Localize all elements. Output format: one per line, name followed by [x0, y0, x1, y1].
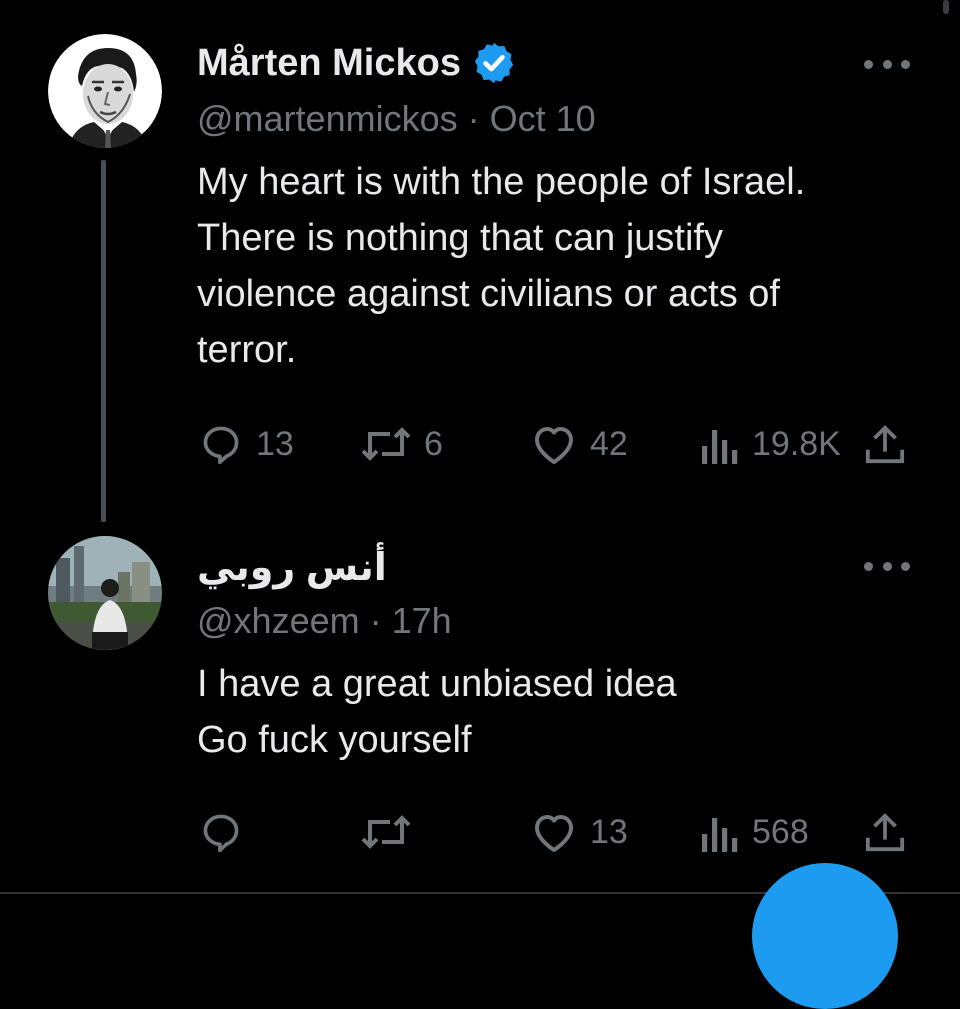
more-options-icon[interactable] — [864, 54, 910, 74]
separator: · — [369, 600, 382, 641]
avatar-xhzeem[interactable] — [48, 536, 162, 650]
handle[interactable]: @xhzeem — [197, 600, 360, 641]
tweet-text: My heart is with the people of Israel. T… — [197, 154, 917, 378]
views-count: 19.8K — [752, 424, 841, 463]
reply-button[interactable]: 13 — [198, 422, 294, 466]
like-button[interactable]: 42 — [530, 422, 628, 466]
reply-button[interactable] — [198, 810, 256, 854]
display-name-text[interactable]: أنس روبي — [197, 545, 387, 590]
more-options-icon[interactable] — [864, 556, 910, 576]
tweet-text-line: Go fuck yourself — [197, 719, 472, 761]
verified-badge-icon — [474, 42, 514, 84]
tweet-text-line: There is nothing that can justify — [197, 217, 723, 259]
reply-icon — [203, 426, 239, 465]
views-icon — [702, 430, 738, 464]
tweet-text: I have a great unbiased idea Go fuck you… — [197, 656, 917, 768]
views-button[interactable]: 568 — [700, 810, 809, 854]
handle-line: @xhzeem · 17h — [197, 600, 452, 642]
avatar-marten[interactable] — [48, 34, 162, 148]
handle[interactable]: @martenmickos — [197, 98, 458, 139]
compose-fab-button[interactable] — [752, 863, 898, 1009]
repost-icon — [361, 815, 411, 849]
handle-line: @martenmickos · Oct 10 — [197, 98, 596, 140]
repost-button[interactable] — [360, 810, 424, 854]
reply-count: 13 — [256, 424, 294, 463]
tweet-text-line: My heart is with the people of Israel. — [197, 161, 806, 203]
tweet-1[interactable]: Mårten Mickos @martenmickos · Oct 10 My … — [0, 0, 960, 530]
share-icon — [865, 813, 905, 852]
timestamp[interactable]: 17h — [392, 600, 452, 641]
like-button[interactable]: 13 — [530, 810, 628, 854]
repost-icon — [361, 427, 411, 461]
share-button[interactable] — [864, 810, 906, 854]
display-name-text[interactable]: Mårten Mickos — [197, 42, 461, 85]
views-count: 568 — [752, 812, 809, 851]
display-name[interactable]: Mårten Mickos — [197, 40, 517, 86]
share-icon — [865, 425, 905, 464]
tweet-text-line: violence against civilians or acts of — [197, 273, 780, 315]
tweet-text-line: terror. — [197, 329, 297, 371]
timestamp[interactable]: Oct 10 — [490, 98, 596, 139]
separator: · — [467, 98, 480, 139]
views-button[interactable]: 19.8K — [700, 422, 841, 466]
like-icon — [535, 427, 573, 464]
thread-connector-line — [101, 160, 106, 522]
display-name[interactable]: أنس روبي — [197, 544, 387, 590]
tweet-text-line: I have a great unbiased idea — [197, 663, 677, 705]
like-count: 42 — [590, 424, 628, 463]
like-icon — [535, 815, 573, 852]
views-icon — [702, 818, 738, 852]
tweet-2[interactable]: أنس روبي @xhzeem · 17h I have a great un… — [0, 530, 960, 892]
reply-icon — [203, 814, 239, 853]
share-button[interactable] — [864, 422, 906, 466]
like-count: 13 — [590, 812, 628, 851]
repost-button[interactable]: 6 — [360, 422, 443, 466]
repost-count: 6 — [424, 424, 443, 463]
